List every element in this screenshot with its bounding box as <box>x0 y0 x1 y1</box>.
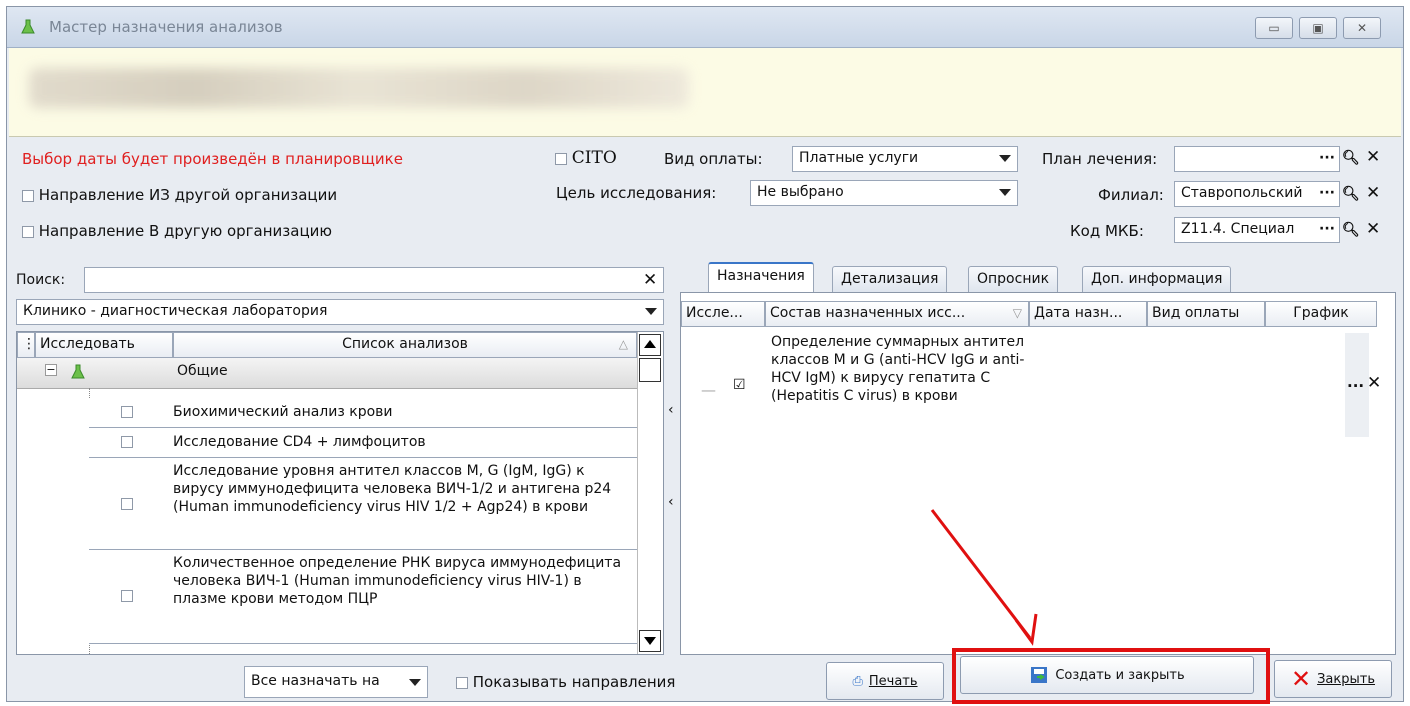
tab-extra-info[interactable]: Доп. информация <box>1082 266 1232 292</box>
collapse-icon[interactable]: − <box>45 364 57 376</box>
group-name: Общие <box>177 363 228 379</box>
printer-icon: ⎙ <box>852 673 863 689</box>
payment-label: Вид оплаты: <box>664 150 763 168</box>
print-button[interactable]: ⎙ Печать <box>826 662 944 700</box>
chevron-down-icon <box>645 308 657 315</box>
item-checkbox[interactable] <box>121 498 133 510</box>
chevron-down-icon <box>999 189 1011 196</box>
search-icon[interactable]: 🔍︎ <box>1342 222 1360 238</box>
search-label: Поиск: <box>16 272 66 288</box>
blurred-patient-info <box>29 68 689 108</box>
ellipsis-icon[interactable]: ··· <box>1319 221 1335 237</box>
search-input[interactable] <box>84 267 664 293</box>
mkb-field[interactable]: Z11.4. Специал ··· <box>1174 217 1340 243</box>
close-button[interactable]: ✕ Закрыть <box>1274 660 1392 698</box>
date-hint: Выбор даты будет произведён в планировщи… <box>22 150 403 168</box>
red-x-icon: ✕ <box>1290 665 1312 693</box>
list-item[interactable]: Биохимический анализ крови <box>89 398 637 428</box>
cito-checkbox[interactable]: CITO <box>555 148 617 168</box>
clear-icon[interactable]: ✕ <box>1366 183 1380 203</box>
chevron-down-icon <box>409 679 421 686</box>
branch-field[interactable]: Ставропольский ··· <box>1174 181 1340 207</box>
collapse-left-icon[interactable]: ‹ <box>668 494 674 510</box>
clear-icon[interactable]: ✕ <box>1366 147 1380 167</box>
lab-select[interactable]: Клинико - диагностическая лаборатория <box>16 299 664 325</box>
delete-icon[interactable]: ✕ <box>1367 373 1381 393</box>
title-bar: Мастер назначения анализов ▭ ▣ ✕ <box>7 7 1403 48</box>
ellipsis-icon[interactable]: ··· <box>1319 185 1335 201</box>
minimize-button[interactable]: ▭ <box>1255 17 1293 39</box>
search-icon[interactable]: 🔍︎ <box>1342 150 1360 166</box>
annotation-arrow <box>930 509 1038 646</box>
group-row[interactable]: − Общие <box>17 358 637 389</box>
row-checkbox[interactable]: ☑ <box>733 377 746 393</box>
col-investigate[interactable]: Исследовать <box>35 332 173 358</box>
minimize-icon: ▭ <box>1268 21 1280 35</box>
col-payment[interactable]: Вид оплаты <box>1147 301 1265 327</box>
item-checkbox[interactable] <box>121 436 133 448</box>
close-window-button[interactable]: ✕ <box>1343 17 1381 39</box>
plan-label: План лечения: <box>1042 150 1158 168</box>
ellipsis-icon[interactable]: ··· <box>1347 377 1364 395</box>
dir-to-checkbox[interactable]: Направление В другую организацию <box>22 222 332 240</box>
purpose-label: Цель исследования: <box>556 184 717 202</box>
flask-icon <box>21 19 35 34</box>
clear-search-icon[interactable]: ✕ <box>643 270 657 290</box>
arrow-up-icon <box>644 340 656 348</box>
save-icon <box>1031 667 1048 683</box>
scroll-thumb[interactable] <box>639 358 661 382</box>
tab-assignments[interactable]: Назначения <box>708 262 814 293</box>
window-title: Мастер назначения анализов <box>49 18 283 36</box>
close-icon: ✕ <box>1356 21 1368 35</box>
assign-all-select[interactable]: Все назначать на <box>244 666 428 698</box>
sort-icon: △ <box>618 337 628 351</box>
analyses-grid: ⋮ Исследовать Список анализов △ − Общие Б… <box>16 331 664 655</box>
plan-field[interactable]: ··· <box>1174 146 1340 172</box>
filter-icon: ▽ <box>1012 306 1022 320</box>
flask-icon <box>71 364 85 379</box>
scroll-up-button[interactable] <box>639 334 661 356</box>
patient-info-bar <box>9 48 1401 137</box>
item-checkbox[interactable] <box>121 590 133 602</box>
col-schedule[interactable]: График <box>1265 301 1377 327</box>
maximize-icon: ▣ <box>1312 21 1324 35</box>
search-icon[interactable]: 🔍︎ <box>1342 186 1360 202</box>
table-row[interactable]: — ☑ Определение суммарных антител классо… <box>681 327 1381 437</box>
clear-icon[interactable]: ✕ <box>1366 219 1380 239</box>
list-item[interactable]: Исследование CD4 + лимфоцитов <box>89 428 637 458</box>
scroll-down-button[interactable] <box>639 630 661 652</box>
ellipsis-icon[interactable]: ··· <box>1319 150 1335 166</box>
show-directions-checkbox[interactable]: Показывать направления <box>456 673 675 691</box>
tab-details[interactable]: Детализация <box>832 266 948 292</box>
maximize-button[interactable]: ▣ <box>1299 17 1337 39</box>
col-date[interactable]: Дата назн... <box>1029 301 1147 327</box>
tab-questionnaire[interactable]: Опросник <box>968 266 1059 292</box>
collapse-left-icon[interactable]: ‹ <box>668 402 674 418</box>
arrow-down-icon <box>644 637 656 645</box>
col-composition[interactable]: Состав назначенных исс... ▽ <box>765 301 1029 327</box>
dir-from-checkbox[interactable]: Направление ИЗ другой организации <box>22 186 337 204</box>
payment-select[interactable]: Платные услуги <box>792 146 1018 172</box>
mkb-label: Код МКБ: <box>1070 222 1144 240</box>
col-list[interactable]: Список анализов △ <box>173 332 637 358</box>
grid-menu-icon[interactable]: ⋮ <box>17 332 35 358</box>
assigned-test-name: Определение суммарных антител классов M … <box>771 334 1025 404</box>
purpose-select[interactable]: Не выбрано <box>750 180 1018 206</box>
create-and-close-button[interactable]: Создать и закрыть <box>960 656 1254 694</box>
chevron-down-icon <box>999 155 1011 162</box>
item-checkbox[interactable] <box>121 406 133 418</box>
col-research[interactable]: Иссле... <box>681 301 765 327</box>
list-item[interactable]: Исследование уровня антител классов M, G… <box>89 458 637 550</box>
branch-label: Филиал: <box>1098 186 1164 204</box>
list-item[interactable]: Количественное определение РНК вируса им… <box>89 550 637 644</box>
